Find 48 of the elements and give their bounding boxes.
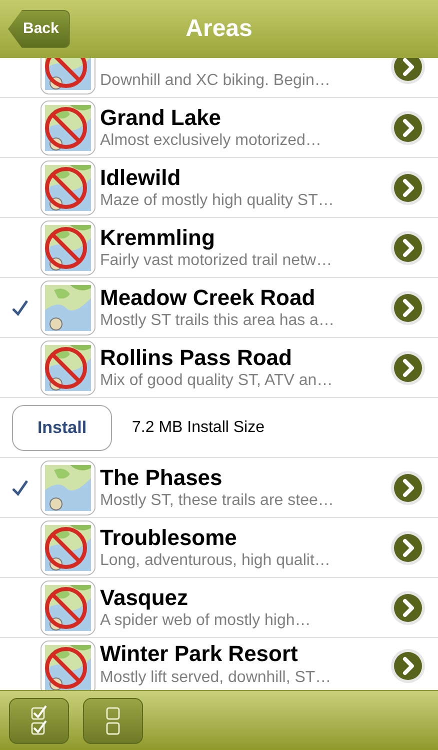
disclosure-chevron-icon[interactable] [390,290,426,326]
area-row[interactable]: Troublesome Long, adventurous, high qualit… [0,518,438,578]
area-description: Downhill and XC biking. Begin… [100,71,332,91]
disclosure-chevron-icon[interactable] [390,648,426,684]
checked-boxes-icon [30,704,48,736]
area-title: Kremmling [100,224,216,252]
area-title: Meadow Creek Road [100,284,316,312]
area-title: Rollins Pass Road [100,344,293,372]
area-row[interactable]: Rollins Pass Road Mix of good quality ST, ATV an… [0,338,438,398]
install-size: 7.2 MB Install Size [132,418,264,438]
area-description: A spider web of mostly high… [100,611,312,632]
area-title: Winter Park Resort [100,640,299,668]
disclosure-chevron-icon[interactable] [390,230,426,266]
area-description: Almost exclusively motorized… [100,131,322,152]
disclosure-chevron-icon[interactable] [390,470,426,506]
area-row[interactable]: Idlewild Maze of mostly high quality ST… [0,158,438,218]
area-row[interactable]: Downhill and XC biking. Begin… [0,58,438,98]
area-title: Grand Lake [100,104,222,132]
area-row[interactable]: Grand Lake Almost exclusively motorized… [0,98,438,158]
window-title: Areas [186,14,252,44]
disclosure-chevron-icon[interactable] [390,170,426,206]
area-description: Long, adventurous, high qualit… [100,551,332,572]
area-row[interactable]: Meadow Creek Road Mostly ST trails this area has a… [0,278,438,338]
area-row[interactable]: Vasquez A spider web of mostly high… [0,578,438,638]
empty-boxes-icon [105,704,121,736]
area-description: Maze of mostly high quality ST… [100,191,335,212]
area-row[interactable]: Kremmling Fairly vast motorized trail netw… [0,218,438,278]
disclosure-chevron-icon[interactable] [390,590,426,626]
disclosure-chevron-icon[interactable] [390,350,426,386]
area-title: The Phases [100,464,224,492]
area-description: Mix of good quality ST, ATV an… [100,371,334,392]
area-row[interactable]: The Phases Mostly ST, these trails are stee… [0,458,438,518]
area-description: Mostly ST trails this area has a… [100,311,336,332]
area-title: Troublesome [100,524,238,552]
disclosure-chevron-icon[interactable] [390,530,426,566]
disclosure-chevron-icon[interactable] [390,58,426,85]
select-all-button[interactable] [9,698,69,744]
back-button[interactable]: Back [8,10,70,48]
disclosure-chevron-icon[interactable] [390,110,426,146]
deselect-all-button[interactable] [83,698,143,744]
map-thumbnail-icon [40,460,96,516]
area-title: Vasquez [100,584,190,612]
area-description: Mostly ST, these trails are stee… [100,491,335,512]
map-thumbnail-icon [40,280,96,336]
area-description: Fairly vast motorized trail netw… [100,251,334,272]
area-title: Idlewild [100,164,182,192]
area-description: Mostly lift served, downhill, ST… [100,668,332,688]
install-button[interactable]: Install [12,404,112,450]
